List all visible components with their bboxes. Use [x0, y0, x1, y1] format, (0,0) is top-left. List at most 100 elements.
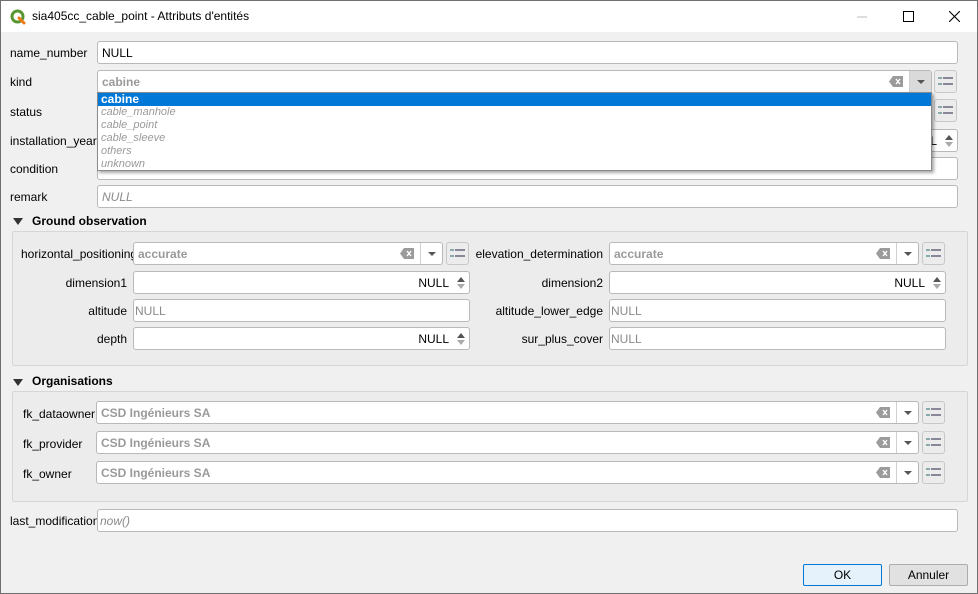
minimize-icon — [857, 16, 867, 17]
clear-value-icon[interactable] — [876, 467, 890, 478]
dimension2-label: dimension2 — [541, 276, 603, 290]
spin-down-icon — [945, 141, 953, 147]
dropdown-option[interactable]: cable_point — [98, 119, 931, 132]
remark-input[interactable]: NULL — [97, 185, 958, 208]
kind-dropdown-arrow[interactable] — [909, 71, 931, 92]
maximize-icon — [902, 11, 914, 22]
elevation-determination-combobox[interactable]: accurate — [609, 242, 919, 265]
clear-value-icon[interactable] — [876, 437, 890, 448]
list-settings-icon — [450, 249, 465, 257]
elevation-determination-label: elevation_determination — [475, 247, 603, 261]
spin-up-icon — [457, 276, 465, 282]
dimension2-spinbox[interactable]: NULL — [609, 271, 946, 294]
dropdown-option[interactable]: cabine — [98, 93, 931, 106]
list-settings-icon — [926, 408, 941, 416]
list-settings-icon — [926, 249, 941, 257]
depth-label: depth — [96, 332, 127, 346]
installation-year-label: installation_year — [10, 134, 97, 148]
chevron-down-icon — [903, 410, 912, 415]
fk-owner-config-button[interactable] — [922, 461, 945, 484]
fk-dataowner-config-button[interactable] — [922, 401, 945, 424]
status-config-button[interactable] — [934, 99, 957, 122]
list-settings-icon — [926, 438, 941, 446]
dropdown-option[interactable]: cable_manhole — [98, 106, 931, 119]
condition-label: condition — [10, 162, 59, 176]
name-number-label: name_number — [10, 46, 88, 60]
elevation-determination-config-button[interactable] — [922, 242, 945, 265]
spin-up-icon — [945, 134, 953, 140]
sur-plus-cover-label: sur_plus_cover — [521, 332, 603, 346]
clear-value-icon[interactable] — [876, 248, 890, 259]
minimize-button[interactable] — [839, 1, 885, 32]
fk-provider-value: CSD Ingénieurs SA — [101, 436, 211, 450]
fk-owner-label: fk_owner — [23, 467, 72, 481]
fk-owner-combobox[interactable]: CSD Ingénieurs SA — [96, 461, 919, 484]
fk-dataowner-combobox[interactable]: CSD Ingénieurs SA — [96, 401, 919, 424]
remark-label: remark — [10, 190, 48, 204]
fk-owner-value: CSD Ingénieurs SA — [101, 466, 211, 480]
altitude-label: altitude — [88, 304, 127, 318]
kind-config-button[interactable] — [934, 70, 957, 93]
ok-button[interactable]: OK — [803, 564, 882, 586]
dropdown-option[interactable]: unknown — [98, 158, 931, 171]
kind-dropdown-list[interactable]: cabine cable_manhole cable_point cable_s… — [97, 92, 932, 171]
kind-value: cabine — [102, 75, 141, 89]
spin-arrows[interactable] — [455, 274, 467, 291]
organisations-header[interactable]: Organisations — [32, 374, 113, 388]
spin-down-icon — [933, 283, 941, 289]
fk-provider-label: fk_provider — [23, 437, 83, 451]
chevron-down-icon — [427, 251, 436, 256]
dropdown-arrow[interactable] — [896, 243, 918, 264]
horizontal-positioning-config-button[interactable] — [446, 242, 469, 265]
spin-arrows[interactable] — [931, 274, 943, 291]
ground-observation-header[interactable]: Ground observation — [32, 214, 147, 228]
horizontal-positioning-combobox[interactable]: accurate — [133, 242, 443, 265]
close-button[interactable] — [931, 1, 977, 32]
clear-value-icon[interactable] — [876, 407, 890, 418]
spin-down-icon — [457, 283, 465, 289]
dropdown-arrow[interactable] — [420, 243, 442, 264]
altitude-lower-edge-input[interactable]: NULL — [609, 299, 946, 322]
depth-value: NULL — [418, 332, 449, 346]
spin-arrows[interactable] — [455, 330, 467, 347]
name-number-value: NULL — [102, 46, 133, 60]
kind-combobox[interactable]: cabine — [97, 70, 932, 93]
spin-up-icon — [933, 276, 941, 282]
horizontal-positioning-value: accurate — [138, 247, 188, 261]
fk-dataowner-label: fk_dataowner — [23, 407, 96, 421]
cancel-button[interactable]: Annuler — [889, 564, 968, 586]
clear-value-icon[interactable] — [889, 76, 903, 87]
sur-plus-cover-placeholder: NULL — [611, 332, 642, 346]
dropdown-arrow[interactable] — [896, 432, 918, 453]
kind-label: kind — [10, 75, 33, 89]
name-number-input[interactable]: NULL — [97, 41, 958, 64]
dropdown-option[interactable]: others — [98, 145, 931, 158]
collapse-triangle-icon[interactable] — [13, 218, 23, 225]
altitude-input[interactable]: NULL — [133, 299, 470, 322]
collapse-triangle-icon[interactable] — [13, 379, 23, 386]
remark-placeholder: NULL — [102, 190, 133, 204]
dropdown-arrow[interactable] — [896, 402, 918, 423]
altitude-lower-edge-placeholder: NULL — [611, 304, 642, 318]
sur-plus-cover-input[interactable]: NULL — [609, 327, 946, 350]
dimension1-value: NULL — [418, 276, 449, 290]
dropdown-arrow[interactable] — [896, 462, 918, 483]
dimension1-label: dimension1 — [65, 276, 127, 290]
dimension2-value: NULL — [894, 276, 925, 290]
status-label: status — [10, 105, 43, 119]
dimension1-spinbox[interactable]: NULL — [133, 271, 470, 294]
title-bar: sia405cc_cable_point - Attributs d'entit… — [1, 1, 977, 32]
list-settings-icon — [926, 468, 941, 476]
altitude-placeholder: NULL — [135, 304, 166, 318]
clear-value-icon[interactable] — [400, 248, 414, 259]
fk-provider-combobox[interactable]: CSD Ingénieurs SA — [96, 431, 919, 454]
depth-spinbox[interactable]: NULL — [133, 327, 470, 350]
spin-arrows[interactable] — [943, 132, 955, 149]
dropdown-option[interactable]: cable_sleeve — [98, 132, 931, 145]
fk-provider-config-button[interactable] — [922, 431, 945, 454]
chevron-down-icon — [903, 440, 912, 445]
last-modification-placeholder: now() — [100, 514, 131, 528]
window-title: sia405cc_cable_point - Attributs d'entit… — [32, 9, 250, 23]
last-modification-input[interactable]: now() — [97, 509, 958, 532]
maximize-button[interactable] — [885, 1, 931, 32]
